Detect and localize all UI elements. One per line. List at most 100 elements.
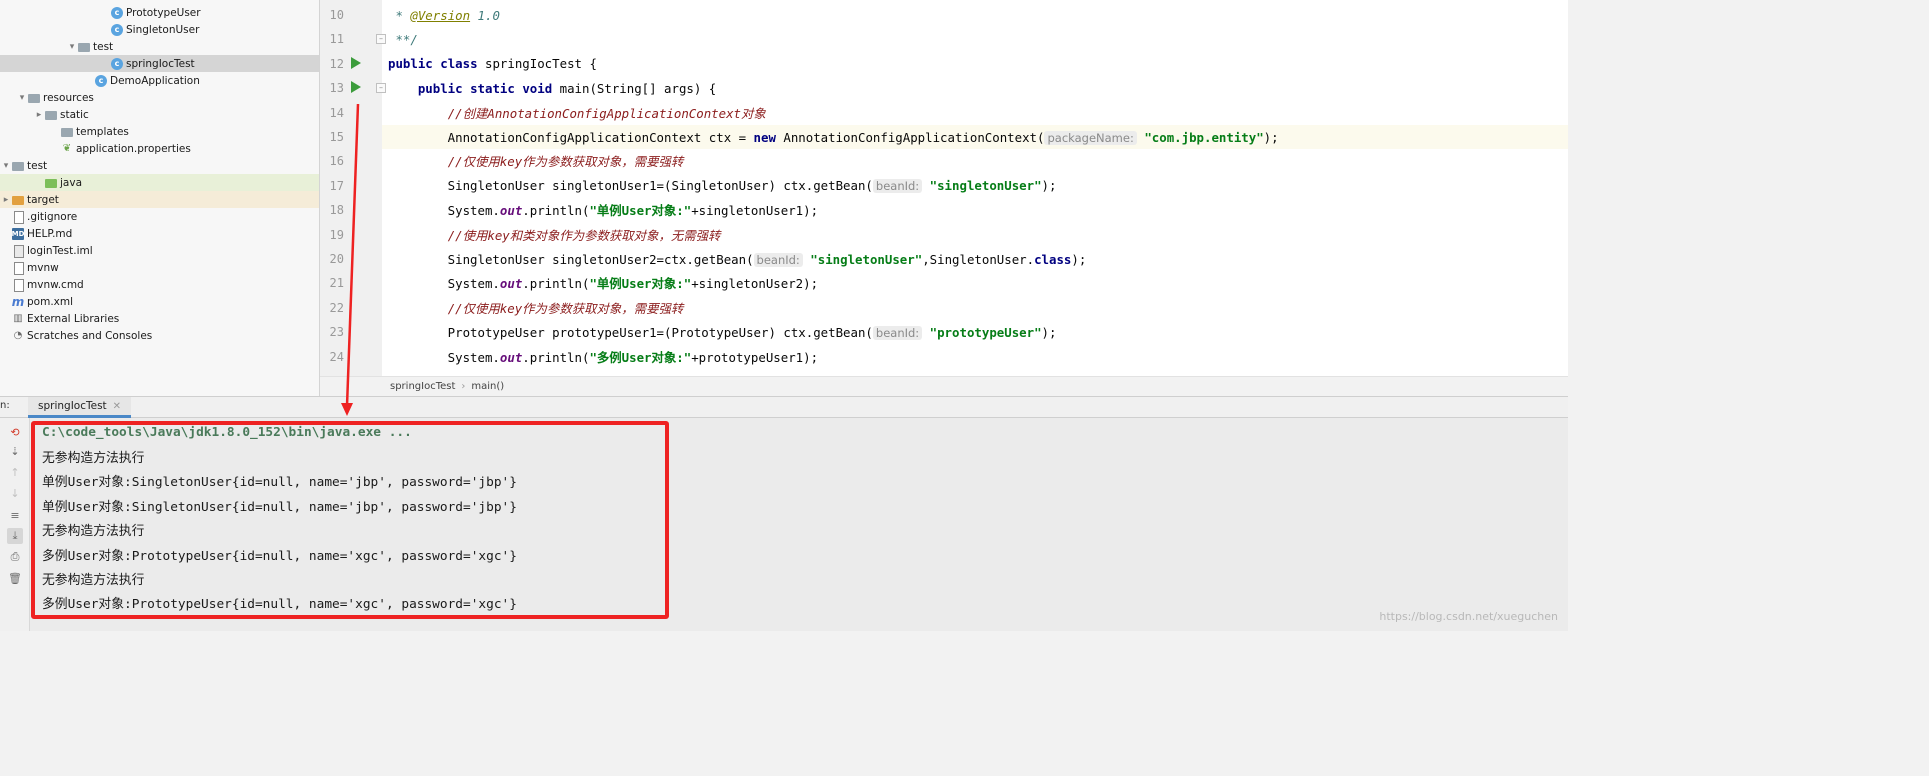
parameter-hint: packageName: <box>1044 130 1137 145</box>
code-line[interactable]: PrototypeUser prototypeUser1=(PrototypeU… <box>382 320 1568 344</box>
code-token: .println( <box>522 349 590 365</box>
code-line[interactable]: SingletonUser singletonUser2=ctx.getBean… <box>382 247 1568 271</box>
tree-item[interactable]: MD HELP.md <box>0 225 319 242</box>
rerun-icon[interactable]: ⟲ <box>7 424 23 440</box>
class-icon: c <box>95 74 107 87</box>
code-token: public <box>388 56 433 72</box>
code-line[interactable]: System.out.println("单例User对象:"+singleton… <box>382 198 1568 222</box>
tree-item-label: mvnw <box>27 261 59 274</box>
chevron-right-icon: › <box>461 381 466 392</box>
code-token: //使用key和类对象作为参数获取对象，无需强转 <box>447 227 721 243</box>
tree-item-label: loginTest.iml <box>27 244 93 257</box>
code-text: //使用key和类对象作为参数获取对象，无需强转 <box>388 226 721 244</box>
tree-item[interactable]: ▸ static <box>0 106 319 123</box>
tree-item[interactable]: ❦ application.properties <box>0 140 319 157</box>
tree-item-label: target <box>27 193 59 206</box>
code-token: out <box>499 349 523 365</box>
code-line[interactable]: public static void main(String[] args) { <box>382 76 1568 100</box>
code-text: System.out.println("单例User对象:"+singleton… <box>388 274 818 292</box>
run-tab-label: springIocTest <box>38 400 107 412</box>
code-line[interactable]: * @Version 1.0 <box>382 3 1568 27</box>
close-icon[interactable]: ✕ <box>113 401 121 412</box>
code-token: PrototypeUser prototypeUser1=(PrototypeU… <box>388 324 873 340</box>
breadcrumb-method[interactable]: main() <box>471 381 504 392</box>
code-line[interactable]: System.out.println("单例User对象:"+singleton… <box>382 271 1568 295</box>
soft-wrap-icon[interactable]: ≡ <box>7 507 23 523</box>
code-text: * @Version 1.0 <box>388 7 500 23</box>
code-line[interactable]: SingletonUser singletonUser1=(SingletonU… <box>382 174 1568 198</box>
code-token: 1.0 <box>470 7 500 23</box>
code-token: "singletonUser" <box>929 178 1042 194</box>
code-token: ); <box>1041 178 1057 194</box>
code-line[interactable]: //使用key和类对象作为参数获取对象，无需强转 <box>382 223 1568 247</box>
chevron-down-icon[interactable]: ▾ <box>0 161 12 171</box>
maven-icon: m <box>11 294 25 309</box>
code-token: AnnotationConfigApplicationContext ctx = <box>388 129 754 145</box>
code-token: AnnotationConfigApplicationContext( <box>775 129 1045 145</box>
tree-item[interactable]: ▾ resources <box>0 89 319 106</box>
tab-springIocTest[interactable]: springIocTest ✕ <box>28 397 132 418</box>
tree-item[interactable]: m pom.xml <box>0 293 319 310</box>
code-token: "多例User对象:" <box>589 349 692 365</box>
project-tree: c PrototypeUser c SingletonUser ▾ test c spring… <box>0 0 320 396</box>
tree-item[interactable]: mvnw.cmd <box>0 276 319 293</box>
chevron-right-icon[interactable]: ▸ <box>33 110 45 120</box>
tree-item[interactable]: .gitignore <box>0 208 319 225</box>
code-token: "单例User对象:" <box>589 203 692 219</box>
tree-item-label: test <box>27 159 48 172</box>
code-token: new <box>753 129 776 145</box>
chevron-down-icon[interactable]: ▾ <box>66 42 78 52</box>
chevron-down-icon[interactable]: ▾ <box>16 93 28 103</box>
parameter-hint: beanId: <box>872 325 923 340</box>
sort-down-icon[interactable]: ⇣ <box>7 443 23 459</box>
code-line[interactable]: AnnotationConfigApplicationContext ctx =… <box>382 125 1568 149</box>
tree-item[interactable]: templates <box>0 123 319 140</box>
line-number: 12 <box>329 56 344 71</box>
trash-icon[interactable]: 🗑 <box>7 570 23 586</box>
tree-item[interactable]: loginTest.iml <box>0 242 319 259</box>
tree-item[interactable]: java <box>0 174 319 191</box>
tree-item[interactable]: c springIocTest <box>0 55 319 72</box>
run-gutter-icon[interactable] <box>351 81 361 94</box>
arrow-down-icon[interactable]: ↓ <box>7 485 23 501</box>
tree-item[interactable]: mvnw <box>0 259 319 276</box>
arrow-up-icon[interactable]: ↑ <box>7 464 23 480</box>
line-number: 13 <box>329 81 344 96</box>
code-line[interactable]: System.out.println("多例User对象:"+prototype… <box>382 345 1568 369</box>
tree-item[interactable]: ▥ External Libraries <box>0 310 319 327</box>
code-token: System. <box>388 349 500 365</box>
code-line[interactable]: //仅使用key作为参数获取对象，需要强转 <box>382 296 1568 320</box>
scroll-to-end-icon[interactable]: ⤓ <box>7 528 23 544</box>
code-line[interactable]: //创建AnnotationConfigApplicationContext对象 <box>382 101 1568 125</box>
tree-item[interactable]: c DemoApplication <box>0 72 319 89</box>
tree-item[interactable]: c SingletonUser <box>0 21 319 38</box>
tree-item[interactable]: ▸ target <box>0 191 319 208</box>
code-text: //仅使用key作为参数获取对象，需要强转 <box>388 299 684 317</box>
line-number: 16 <box>329 154 344 169</box>
code-token: "singletonUser" <box>810 251 923 267</box>
class-icon: c <box>111 57 123 70</box>
iml-file-icon <box>12 244 24 258</box>
code-line[interactable]: public class springIocTest { <box>382 52 1568 76</box>
code-token: * <box>388 7 411 23</box>
print-icon[interactable]: ⎙ <box>7 549 23 565</box>
run-gutter-icon[interactable] <box>351 56 361 69</box>
tree-item[interactable]: ▾ test <box>0 157 319 174</box>
chevron-right-icon[interactable]: ▸ <box>0 195 12 205</box>
code-line[interactable]: **/ <box>382 27 1568 51</box>
tree-item-label: java <box>60 176 82 189</box>
tree-item[interactable]: ◔ Scratches and Consoles <box>0 327 319 344</box>
breadcrumb-class[interactable]: springIocTest <box>390 381 455 392</box>
code-line[interactable]: //仅使用key作为参数获取对象，需要强转 <box>382 149 1568 173</box>
code-token: .println( <box>522 276 590 292</box>
resources-folder-icon <box>28 92 40 104</box>
tree-item-label: DemoApplication <box>110 74 200 87</box>
tree-item[interactable]: ▾ test <box>0 38 319 55</box>
markdown-icon: MD <box>11 227 25 240</box>
tree-item[interactable]: c PrototypeUser <box>0 4 319 21</box>
code-token: static <box>470 80 515 96</box>
